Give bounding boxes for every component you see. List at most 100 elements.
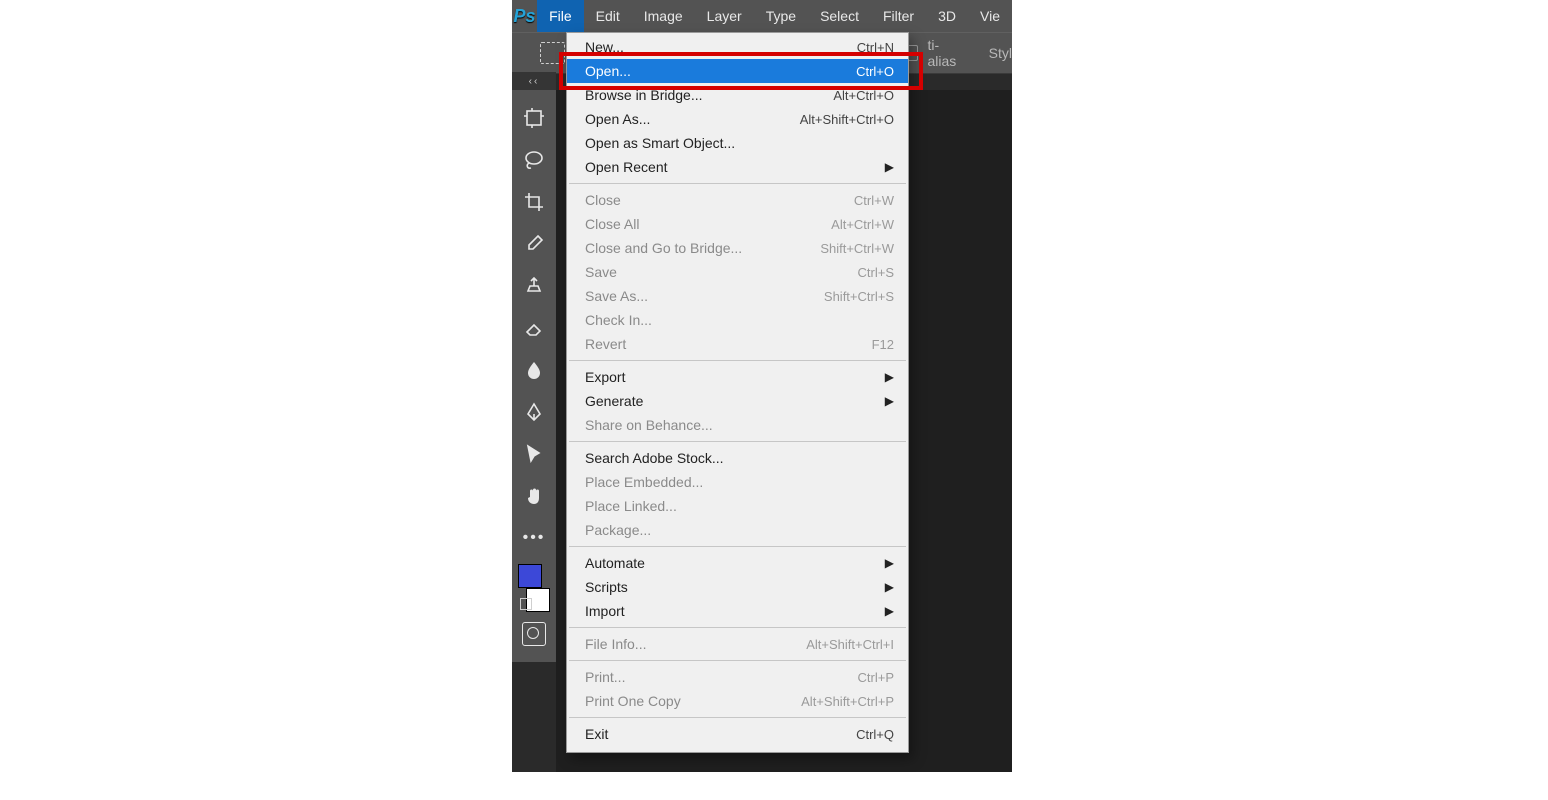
lasso-tool[interactable] (518, 144, 550, 176)
hand-tool[interactable] (518, 480, 550, 512)
menuitem-label: Revert (585, 336, 626, 352)
submenu-arrow-icon: ▶ (885, 394, 894, 408)
default-colors-icon[interactable] (520, 598, 532, 610)
menuitem-open-as-smart-object[interactable]: Open as Smart Object... (567, 131, 908, 155)
menuitem-shortcut: Ctrl+Q (856, 727, 894, 742)
edit-toolbar-button[interactable]: ••• (518, 522, 550, 554)
clone-stamp-tool[interactable] (518, 270, 550, 302)
menu-separator (569, 441, 906, 442)
menuitem-label: Browse in Bridge... (585, 87, 703, 103)
menuitem-label: Close and Go to Bridge... (585, 240, 742, 256)
menuitem-scripts[interactable]: Scripts ▶ (567, 575, 908, 599)
menuitem-save: SaveCtrl+S (567, 260, 908, 284)
menu-edit[interactable]: Edit (584, 0, 632, 32)
menuitem-file-info: File Info...Alt+Shift+Ctrl+I (567, 632, 908, 656)
menuitem-label: Close All (585, 216, 639, 232)
menuitem-label: Import (585, 603, 625, 619)
menuitem-shortcut: Ctrl+S (858, 265, 894, 280)
menuitem-shortcut: Alt+Shift+Ctrl+O (800, 112, 894, 127)
menu-select[interactable]: Select (808, 0, 871, 32)
menuitem-open-recent[interactable]: Open Recent▶ (567, 155, 908, 179)
menuitem-shortcut: Alt+Shift+Ctrl+P (801, 694, 894, 709)
menuitem-label: Search Adobe Stock... (585, 450, 724, 466)
pen-tool[interactable] (518, 396, 550, 428)
menu-separator (569, 360, 906, 361)
menuitem-label: Open... (585, 63, 631, 79)
menu-layer[interactable]: Layer (695, 0, 754, 32)
menuitem-label: Share on Behance... (585, 417, 713, 433)
menuitem-new[interactable]: New...Ctrl+N (567, 35, 908, 59)
menu-bar: Ps FileEditImageLayerTypeSelectFilter3DV… (512, 0, 1012, 32)
menu-3d[interactable]: 3D (926, 0, 968, 32)
crop-tool[interactable] (518, 186, 550, 218)
menuitem-import[interactable]: Import ▶ (567, 599, 908, 623)
menuitem-save-as: Save As...Shift+Ctrl+S (567, 284, 908, 308)
menuitem-export[interactable]: Export ▶ (567, 365, 908, 389)
tools-panel: ••• (512, 90, 556, 662)
file-menu-dropdown: New...Ctrl+N Open... Ctrl+O Browse in Bridg… (566, 32, 909, 753)
menuitem-generate[interactable]: Generate ▶ (567, 389, 908, 413)
menuitem-label: Generate (585, 393, 643, 409)
menuitem-open-as[interactable]: Open As... Alt+Shift+Ctrl+O (567, 107, 908, 131)
menuitem-share-on-behance: Share on Behance... (567, 413, 908, 437)
menuitem-package: Package... (567, 518, 908, 542)
menu-separator (569, 717, 906, 718)
menuitem-revert: Revert F12 (567, 332, 908, 356)
eyedropper-tool[interactable] (518, 228, 550, 260)
color-swatch[interactable] (518, 564, 550, 612)
menu-vie[interactable]: Vie (968, 0, 1012, 32)
foreground-color-swatch[interactable] (518, 564, 542, 588)
quick-mask-toggle[interactable] (522, 622, 546, 646)
menuitem-label: New... (585, 39, 624, 55)
menuitem-label: Open As... (585, 111, 650, 127)
menuitem-shortcut: Alt+Ctrl+O (833, 88, 894, 103)
menuitem-shortcut: Ctrl+W (854, 193, 894, 208)
menu-filter[interactable]: Filter (871, 0, 926, 32)
menuitem-close-all: Close All Alt+Ctrl+W (567, 212, 908, 236)
menuitem-label: Check In... (585, 312, 652, 328)
menuitem-shortcut: Shift+Ctrl+W (820, 241, 894, 256)
submenu-arrow-icon: ▶ (885, 370, 894, 384)
menuitem-label: Print... (585, 669, 625, 685)
menuitem-shortcut: Ctrl+O (856, 64, 894, 79)
menuitem-exit[interactable]: Exit Ctrl+Q (567, 722, 908, 746)
menuitem-close: Close Ctrl+W (567, 188, 908, 212)
menuitem-open[interactable]: Open... Ctrl+O (567, 59, 908, 83)
menuitem-shortcut: Alt+Ctrl+W (831, 217, 894, 232)
menuitem-shortcut: F12 (872, 337, 894, 352)
menuitem-label: Save As... (585, 288, 648, 304)
menuitem-check-in: Check In... (567, 308, 908, 332)
menuitem-label: Exit (585, 726, 608, 742)
style-label: Styl (989, 45, 1012, 61)
menuitem-label: Open as Smart Object... (585, 135, 735, 151)
submenu-arrow-icon: ▶ (885, 604, 894, 618)
blur-tool[interactable] (518, 354, 550, 386)
menuitem-label: Export (585, 369, 625, 385)
menu-file[interactable]: File (537, 0, 584, 32)
eraser-tool[interactable] (518, 312, 550, 344)
menuitem-label: Scripts (585, 579, 628, 595)
menuitem-search-adobe-stock[interactable]: Search Adobe Stock... (567, 446, 908, 470)
menuitem-label: Open Recent (585, 159, 668, 175)
artboard-tool[interactable] (518, 102, 550, 134)
anti-alias-label: ti-alias (928, 37, 964, 69)
menuitem-close-and-go-to-bridge: Close and Go to Bridge... Shift+Ctrl+W (567, 236, 908, 260)
menuitem-label: Close (585, 192, 621, 208)
menuitem-place-linked: Place Linked... (567, 494, 908, 518)
menu-type[interactable]: Type (754, 0, 808, 32)
menuitem-print: Print...Ctrl+P (567, 665, 908, 689)
menu-separator (569, 183, 906, 184)
menu-image[interactable]: Image (632, 0, 695, 32)
menuitem-automate[interactable]: Automate▶ (567, 551, 908, 575)
menu-separator (569, 660, 906, 661)
marquee-icon[interactable] (540, 42, 565, 64)
app-logo: Ps (512, 6, 537, 27)
menuitem-place-embedded: Place Embedded... (567, 470, 908, 494)
menuitem-label: Print One Copy (585, 693, 681, 709)
collapse-tools-button[interactable]: ‹‹ (512, 72, 556, 90)
submenu-arrow-icon: ▶ (885, 580, 894, 594)
menuitem-label: Package... (585, 522, 651, 538)
path-selection-tool[interactable] (518, 438, 550, 470)
menuitem-browse-in-bridge[interactable]: Browse in Bridge... Alt+Ctrl+O (567, 83, 908, 107)
submenu-arrow-icon: ▶ (885, 556, 894, 570)
